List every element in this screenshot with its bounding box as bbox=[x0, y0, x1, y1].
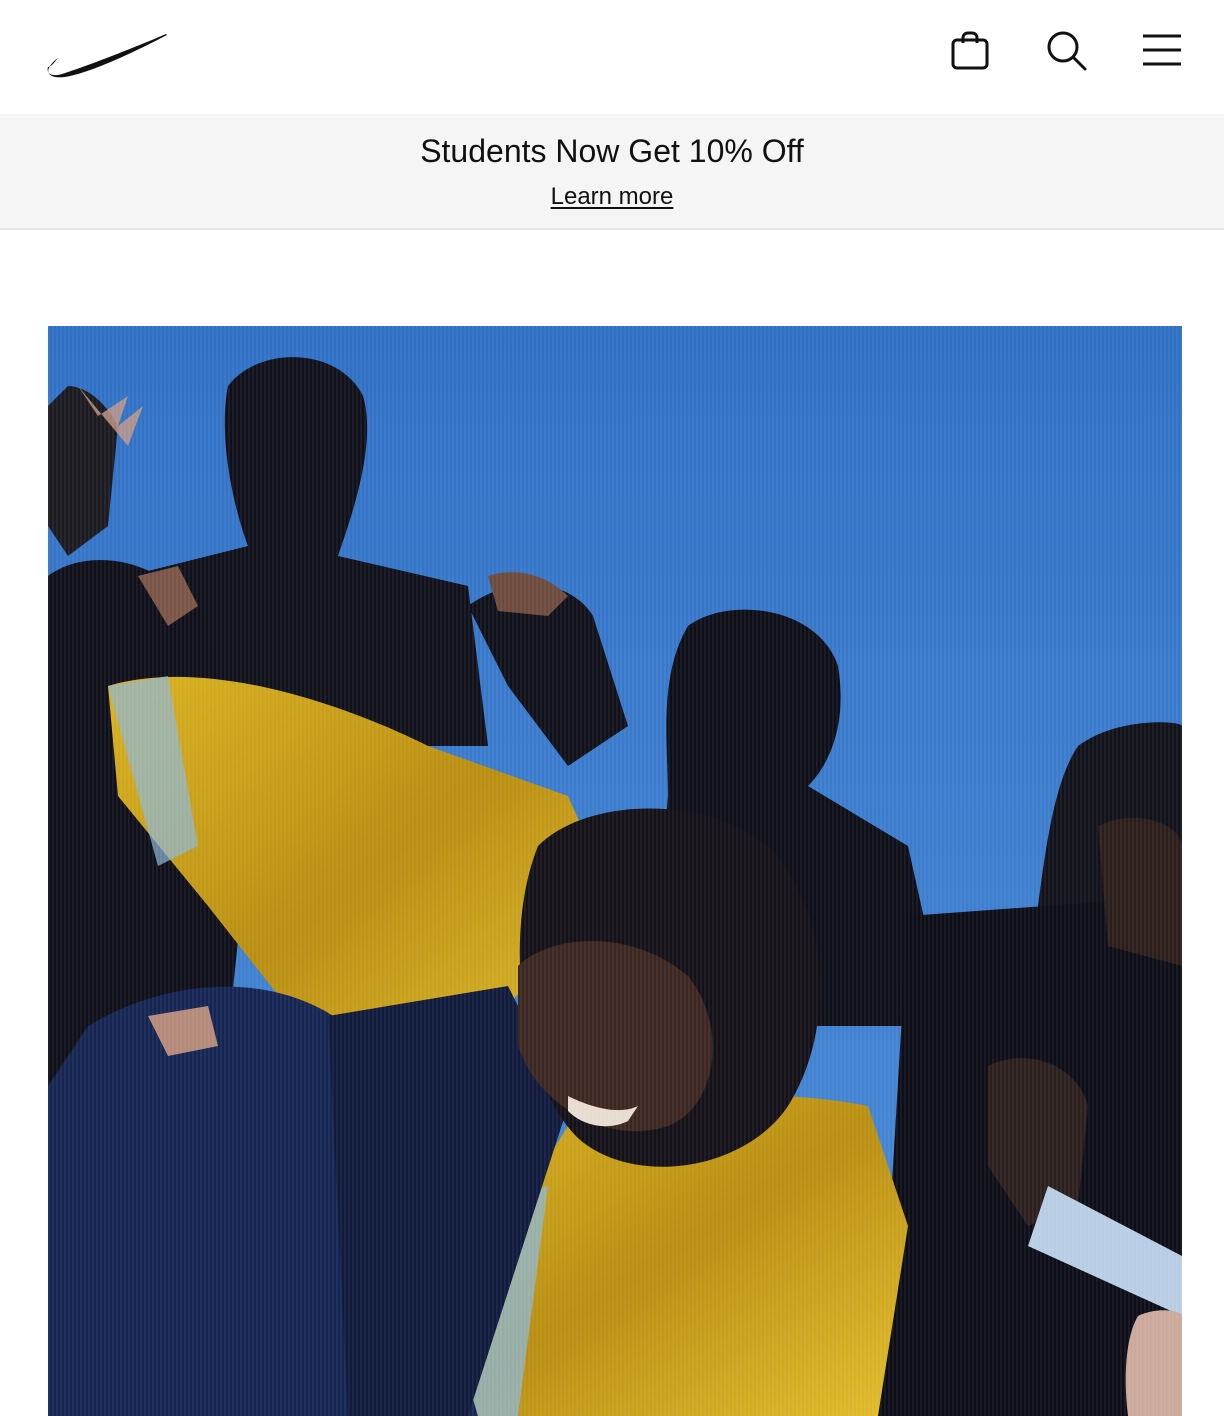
shopping-bag-icon[interactable] bbox=[947, 27, 993, 73]
nike-swoosh-icon[interactable] bbox=[46, 30, 168, 78]
site-header bbox=[0, 0, 1224, 114]
menu-icon[interactable] bbox=[1139, 27, 1185, 73]
learn-more-link[interactable]: Learn more bbox=[551, 183, 674, 210]
hero-photo[interactable] bbox=[48, 326, 1182, 1416]
search-icon[interactable] bbox=[1043, 27, 1089, 73]
promo-link-wrap: Learn more bbox=[0, 181, 1224, 213]
promo-title: Students Now Get 10% Off bbox=[420, 133, 804, 169]
